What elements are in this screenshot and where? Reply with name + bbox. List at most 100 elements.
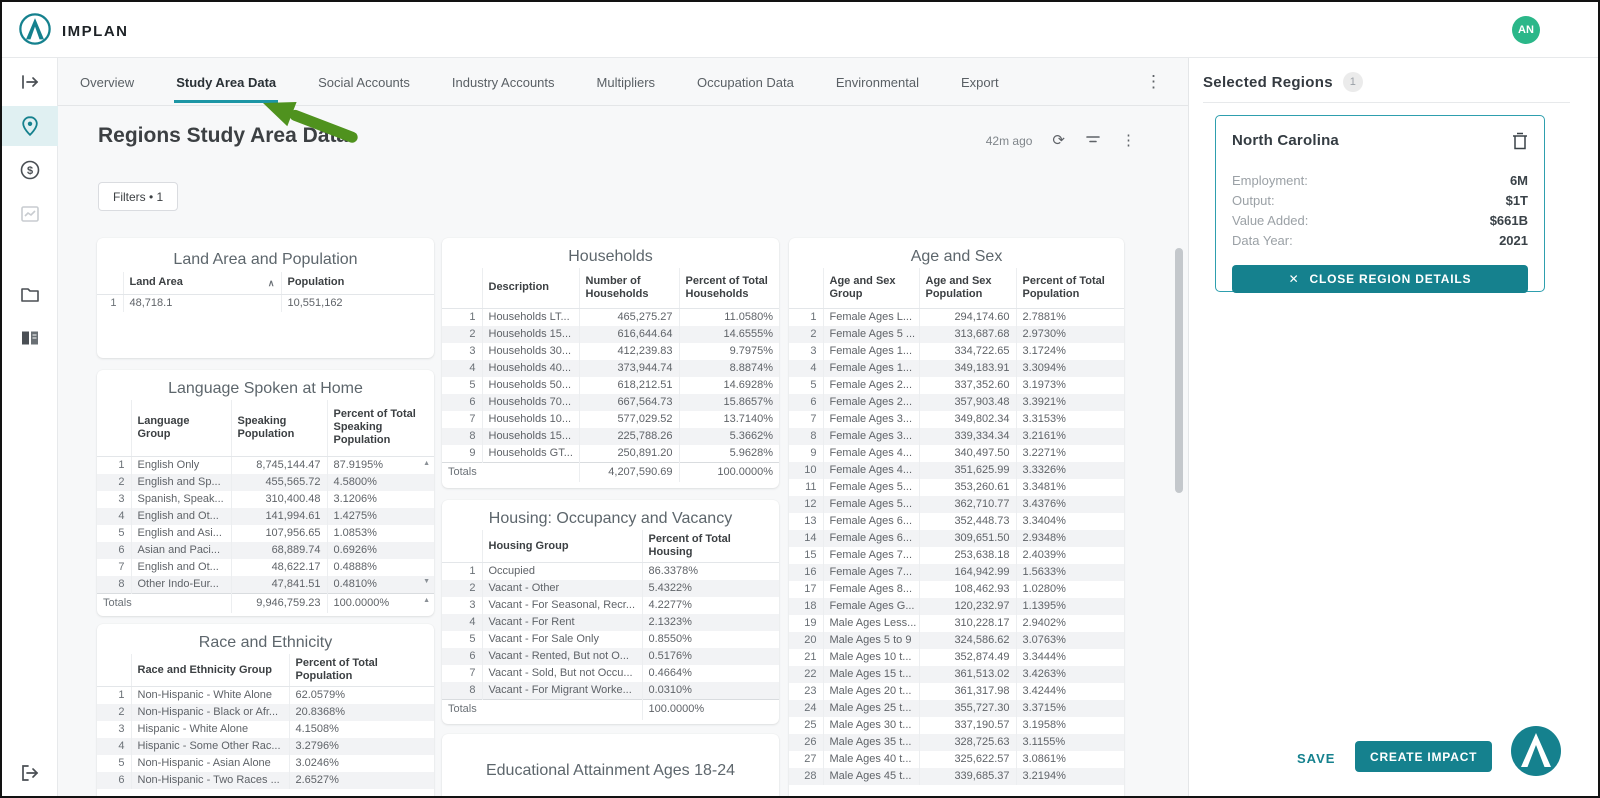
table-row[interactable]: 1 Female Ages L... 294,174.60 2.7881% [789,308,1124,326]
tab-social-accounts[interactable]: Social Accounts [316,60,412,103]
table-row[interactable]: 10 Female Ages 4... 351,625.99 3.3326% [789,461,1124,479]
table-row[interactable]: 9 Households GT... 250,891.20 5.9628% [442,444,779,462]
table-row[interactable]: 4 Female Ages 1... 349,183.91 3.3094% [789,359,1124,377]
table-row[interactable]: 22 Male Ages 15 t... 361,513.02 3.4263% [789,665,1124,683]
column-header-housing-group[interactable]: Housing Group [481,530,642,563]
table-row[interactable]: 13 Female Ages 6... 352,448.73 3.3404% [789,512,1124,530]
tab-industry-accounts[interactable]: Industry Accounts [450,60,557,103]
tab-export[interactable]: Export [959,60,1001,103]
filters-button[interactable]: Filters • 1 [98,182,179,211]
table-row[interactable]: 5 Non-Hispanic - Asian Alone 3.0246% [97,755,434,772]
tab-environmental[interactable]: Environmental [834,60,921,103]
close-region-details-button[interactable]: ✕ CLOSE REGION DETAILS [1232,265,1528,293]
expand-sidebar-button[interactable] [2,62,58,102]
scroll-up-icon[interactable]: ▲ [423,460,430,467]
table-row[interactable]: 28 Male Ages 45 t... 339,685.37 3.2194% [789,767,1124,785]
table-row[interactable]: 17 Female Ages 8... 108,462.93 1.0280% [789,580,1124,598]
table-row[interactable]: 3 Female Ages 1... 334,722.65 3.1724% [789,342,1124,360]
sidebar-item-library[interactable] [2,318,58,358]
table-row[interactable]: 2 Households 15... 616,644.64 14.6555% [442,325,779,343]
table-row[interactable]: 6 Vacant - Rented, But not O... 0.5176% [442,648,779,665]
table-row[interactable]: 26 Male Ages 35 t... 328,725.63 3.1155% [789,733,1124,751]
table-row[interactable]: 3 Vacant - For Seasonal, Recr... 4.2277% [442,597,779,614]
save-button[interactable]: SAVE [1297,751,1335,766]
table-row[interactable]: 19 Male Ages Less... 310,228.17 2.9402% [789,614,1124,632]
table-row[interactable]: 7 English and Ot... 48,622.17 0.4888% [97,558,434,576]
table-row[interactable]: 1 Households LT... 465,275.27 11.0580% [442,308,779,326]
table-row[interactable]: 9 Female Ages 4... 340,497.50 3.2271% [789,444,1124,462]
table-row[interactable]: 1 Occupied 86.3378% [442,562,779,580]
table-row[interactable]: 21 Male Ages 10 t... 352,874.49 3.3444% [789,648,1124,666]
table-row[interactable]: 4 English and Ot... 141,994.61 1.4275% [97,507,434,525]
tab-occupation-data[interactable]: Occupation Data [695,60,796,103]
table-row[interactable]: 4 Vacant - For Rent 2.1323% [442,614,779,631]
tab-overview[interactable]: Overview [78,60,136,103]
sidebar-item-projects[interactable] [2,274,58,314]
column-header-language-group[interactable]: Language Group [130,400,231,457]
table-row[interactable]: 6 Asian and Paci... 68,889.74 0.6926% [97,541,434,559]
table-row[interactable]: 7 Households 10... 577,029.52 13.7140% [442,410,779,428]
table-row[interactable]: 2 Female Ages 5 ... 313,687.68 2.9730% [789,325,1124,343]
table-row[interactable]: 4 Hispanic - Some Other Rac... 3.2796% [97,738,434,755]
sidebar-item-results[interactable] [2,194,58,234]
table-row[interactable]: 3 Households 30... 412,239.83 9.7975% [442,342,779,360]
column-header-percent-speaking[interactable]: Percent of Total Speaking Population [326,400,434,457]
table-row[interactable]: 1 48,718.1 10,551,162 [97,294,434,312]
table-row[interactable]: 2 English and Sp... 455,565.72 4.5800% [97,473,434,491]
table-row[interactable]: 6 Female Ages 2... 357,903.48 3.3921% [789,393,1124,411]
logout-button[interactable] [2,762,58,784]
table-row[interactable]: 6 Non-Hispanic - Two Races ... 2.6527% [97,772,434,789]
scroll-up-icon[interactable]: ▲ [423,597,430,604]
table-row[interactable]: 2 Vacant - Other 5.4322% [442,580,779,597]
column-header-description[interactable]: Description [481,268,579,309]
scroll-down-icon[interactable]: ▼ [423,578,430,585]
table-row[interactable]: 7 Female Ages 3... 349,802.34 3.3153% [789,410,1124,428]
column-header-age-sex-group[interactable]: Age and Sex Group [822,268,919,309]
table-row[interactable]: 2 Non-Hispanic - Black or Afr... 20.8368% [97,704,434,721]
page-kebab-icon[interactable]: ⋮ [1121,133,1136,148]
table-row[interactable]: 5 Female Ages 2... 337,352.60 3.1973% [789,376,1124,394]
column-header-percent-population[interactable]: Percent of Total Population [1015,268,1124,309]
table-row[interactable]: 16 Female Ages 7... 164,942.99 1.5633% [789,563,1124,581]
table-row[interactable]: 20 Male Ages 5 to 9 324,586.62 3.0763% [789,631,1124,649]
table-row[interactable]: 5 English and Asi... 107,956.65 1.0853% [97,524,434,542]
tab-overflow-kebab-icon[interactable]: ⋮ [1145,72,1162,92]
table-row[interactable]: 8 Other Indo-Eur... 47,841.51 0.4810% [97,575,434,593]
table-row[interactable]: 1 Non-Hispanic - White Alone 62.0579% [97,686,434,704]
user-avatar[interactable]: AN [1512,16,1540,44]
column-header-land-area[interactable]: Land Area ∧ [122,272,281,295]
column-header-age-sex-population[interactable]: Age and Sex Population [918,268,1016,309]
tab-study-area-data[interactable]: Study Area Data [174,60,279,103]
table-row[interactable]: 3 Hispanic - White Alone 4.1508% [97,721,434,738]
main-scrollbar-thumb[interactable] [1175,248,1183,493]
table-row[interactable]: 11 Female Ages 5... 353,260.61 3.3481% [789,478,1124,496]
sidebar-item-impacts[interactable]: $ [2,150,58,190]
tab-multipliers[interactable]: Multipliers [595,60,658,103]
sidebar-item-regions[interactable] [2,106,58,146]
refresh-icon[interactable]: ⟳ [1052,133,1065,148]
table-row[interactable]: 27 Male Ages 40 t... 325,622.57 3.0861% [789,750,1124,768]
delete-region-button[interactable] [1512,132,1528,155]
create-impact-button[interactable]: CREATE IMPACT [1355,741,1493,772]
table-row[interactable]: 6 Households 70... 667,564.73 15.8657% [442,393,779,411]
table-row[interactable]: 24 Male Ages 25 t... 355,727.30 3.3715% [789,699,1124,717]
column-header-race-group[interactable]: Race and Ethnicity Group [130,654,289,687]
table-row[interactable]: 3 Spanish, Speak... 310,400.48 3.1206% [97,490,434,508]
table-row[interactable]: 8 Households 15... 225,788.26 5.3662% [442,427,779,445]
table-row[interactable]: 23 Male Ages 20 t... 361,317.98 3.4244% [789,682,1124,700]
table-row[interactable]: 8 Female Ages 3... 339,334.34 3.2161% [789,427,1124,445]
table-row[interactable]: 18 Female Ages G... 120,232.97 1.1395% [789,597,1124,615]
column-header-percent-households[interactable]: Percent of Total Households [678,268,779,309]
table-row[interactable]: 25 Male Ages 30 t... 337,190.57 3.1958% [789,716,1124,734]
table-row[interactable]: 7 Vacant - Sold, But not Occu... 0.4664% [442,665,779,682]
table-row[interactable]: 8 Vacant - For Migrant Worke... 0.0310% [442,682,779,700]
table-row[interactable]: 1 English Only 8,745,144.47 87.9195% [97,456,434,474]
column-header-speaking-population[interactable]: Speaking Population [230,400,327,457]
column-header-number-households[interactable]: Number of Households [578,268,679,309]
table-row[interactable]: 15 Female Ages 7... 253,638.18 2.4039% [789,546,1124,564]
table-row[interactable]: 5 Households 50... 618,212.51 14.6928% [442,376,779,394]
table-row[interactable]: 4 Households 40... 373,944.74 8.8874% [442,359,779,377]
column-header-percent-housing[interactable]: Percent of Total Housing [641,530,779,563]
table-row[interactable]: 5 Vacant - For Sale Only 0.8550% [442,631,779,648]
filter-icon[interactable] [1085,132,1101,149]
